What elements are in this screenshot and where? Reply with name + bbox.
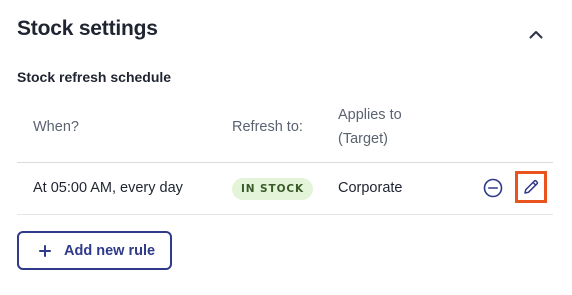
section-title: Stock settings bbox=[17, 17, 158, 40]
column-header-refresh: Refresh to: bbox=[232, 119, 303, 135]
row-when: At 05:00 AM, every day bbox=[33, 180, 183, 196]
table-row: At 05:00 AM, every day IN STOCK Corporat… bbox=[17, 163, 553, 215]
chevron-up-icon bbox=[529, 30, 543, 39]
stock-settings-panel: Stock settings Stock refresh schedule Wh… bbox=[0, 0, 572, 295]
column-header-applies-line2: (Target) bbox=[338, 131, 388, 147]
pencil-icon bbox=[522, 178, 540, 196]
schedule-title: Stock refresh schedule bbox=[17, 69, 172, 85]
plus-icon bbox=[39, 244, 51, 257]
row-target: Corporate bbox=[338, 180, 403, 196]
status-badge: IN STOCK bbox=[232, 178, 314, 200]
column-header-when: When? bbox=[33, 119, 79, 135]
collapse-button[interactable] bbox=[524, 22, 548, 46]
table-header: When? Refresh to: Applies to (Target) bbox=[17, 98, 553, 163]
add-new-rule-label: Add new rule bbox=[64, 242, 156, 259]
edit-rule-button[interactable] bbox=[515, 171, 547, 203]
schedule-table: When? Refresh to: Applies to (Target) At… bbox=[17, 98, 553, 215]
column-header-applies-to: Applies to (Target) bbox=[338, 103, 438, 151]
add-new-rule-button[interactable]: Add new rule bbox=[17, 231, 172, 270]
column-header-applies-line1: Applies to bbox=[338, 107, 402, 123]
minus-circle-icon bbox=[483, 178, 503, 198]
remove-rule-button[interactable] bbox=[482, 177, 504, 199]
